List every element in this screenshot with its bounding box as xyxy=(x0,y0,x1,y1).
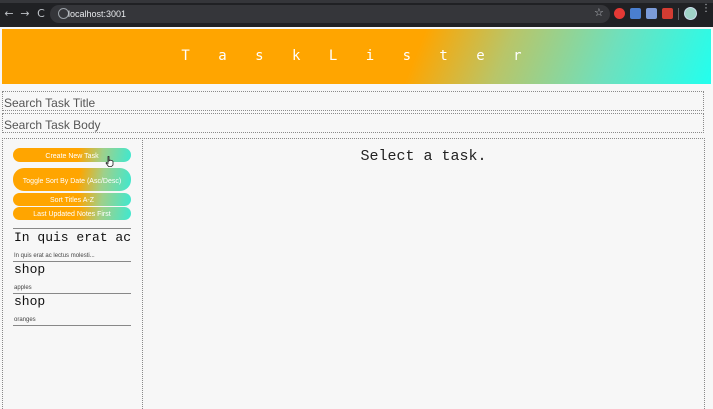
app-header: T a s k L i s t e r xyxy=(2,29,711,84)
extension-icon[interactable] xyxy=(630,8,641,19)
task-body-preview: oranges xyxy=(14,317,36,323)
toggle-sort-date-button[interactable]: Toggle Sort By Date (Asc/Desc) xyxy=(13,168,131,191)
back-button[interactable]: ← xyxy=(3,8,15,20)
bookmark-star-icon[interactable]: ☆ xyxy=(594,7,604,19)
browser-menu-icon[interactable]: ⋮ xyxy=(701,4,711,14)
extension-icon[interactable] xyxy=(614,8,625,19)
extension-icon[interactable] xyxy=(646,8,657,19)
divider xyxy=(13,325,131,326)
address-url: localhost:3001 xyxy=(68,9,127,19)
task-body-preview: apples xyxy=(14,285,32,291)
divider xyxy=(13,228,131,229)
search-body-input[interactable] xyxy=(3,116,703,134)
app-title: T a s k L i s t e r xyxy=(181,48,532,64)
task-detail-panel: Select a task. xyxy=(142,138,705,409)
search-title-field xyxy=(2,91,704,112)
task-sidebar: Create New Task Toggle Sort By Date (Asc… xyxy=(2,138,143,409)
search-body-field xyxy=(2,113,704,134)
hand-cursor-icon xyxy=(105,156,114,167)
task-body-preview: In quis erat ac lectus molesti... xyxy=(14,253,95,259)
last-updated-first-button[interactable]: Last Updated Notes First xyxy=(13,207,131,220)
browser-toolbar: ← → C localhost:3001 ☆ ⋮ xyxy=(0,0,713,27)
forward-button[interactable]: → xyxy=(19,8,31,20)
task-title: In quis erat ac xyxy=(14,230,132,245)
task-title: shop xyxy=(14,294,46,309)
profile-avatar[interactable] xyxy=(684,7,697,20)
sort-titles-button[interactable]: Sort Titles A-Z xyxy=(13,193,131,206)
search-title-input[interactable] xyxy=(3,94,703,112)
address-bar[interactable]: localhost:3001 xyxy=(50,5,610,23)
task-title: shop xyxy=(14,262,46,277)
empty-state-message: Select a task. xyxy=(360,148,487,165)
toolbar-separator xyxy=(678,8,679,20)
extension-icon[interactable] xyxy=(662,8,673,19)
tab-strip xyxy=(0,0,713,3)
reload-button[interactable]: C xyxy=(35,8,47,20)
